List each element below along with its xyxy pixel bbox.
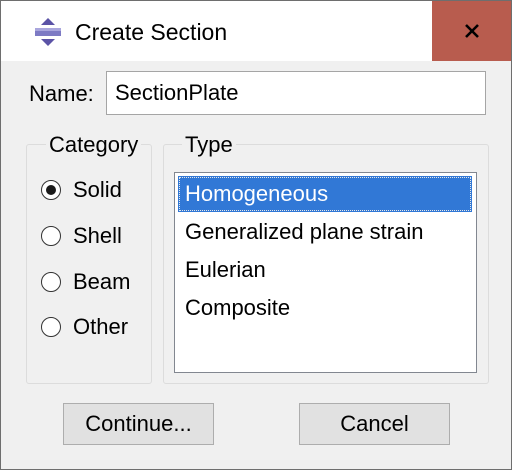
radio-label-solid: Solid bbox=[73, 177, 122, 202]
cancel-button[interactable]: Cancel bbox=[299, 403, 450, 445]
list-item-eulerian[interactable]: Eulerian bbox=[178, 252, 472, 288]
continue-button[interactable]: Continue... bbox=[63, 403, 214, 445]
radio-label-other: Other bbox=[73, 314, 129, 339]
title-bar[interactable]: Create Section bbox=[1, 1, 511, 61]
name-input[interactable] bbox=[106, 71, 486, 115]
radio-button[interactable] bbox=[41, 272, 61, 292]
radio-label-beam: Beam bbox=[73, 269, 131, 294]
section-icon bbox=[33, 17, 63, 47]
radio-button-checked[interactable] bbox=[41, 180, 61, 200]
category-title: Category bbox=[46, 132, 142, 158]
create-section-dialog: Create Section Name: Category Solid Shel… bbox=[0, 0, 512, 470]
radio-label-shell: Shell bbox=[73, 223, 122, 248]
radio-shell[interactable]: Shell bbox=[41, 221, 122, 251]
dialog-title: Create Section bbox=[75, 19, 228, 45]
radio-button[interactable] bbox=[41, 226, 61, 246]
name-label: Name: bbox=[29, 81, 94, 106]
radio-other[interactable]: Other bbox=[41, 312, 128, 342]
close-button[interactable] bbox=[432, 1, 511, 61]
radio-solid[interactable]: Solid bbox=[41, 175, 122, 205]
close-icon bbox=[464, 24, 479, 38]
radio-beam[interactable]: Beam bbox=[41, 267, 130, 297]
list-item-composite[interactable]: Composite bbox=[178, 290, 472, 326]
radio-button[interactable] bbox=[41, 317, 61, 337]
type-list[interactable]: Homogeneous Generalized plane strain Eul… bbox=[174, 172, 477, 373]
type-title: Type bbox=[182, 132, 236, 158]
list-item-generalized-plane-strain[interactable]: Generalized plane strain bbox=[178, 214, 472, 250]
list-item-homogeneous[interactable]: Homogeneous bbox=[178, 176, 472, 212]
